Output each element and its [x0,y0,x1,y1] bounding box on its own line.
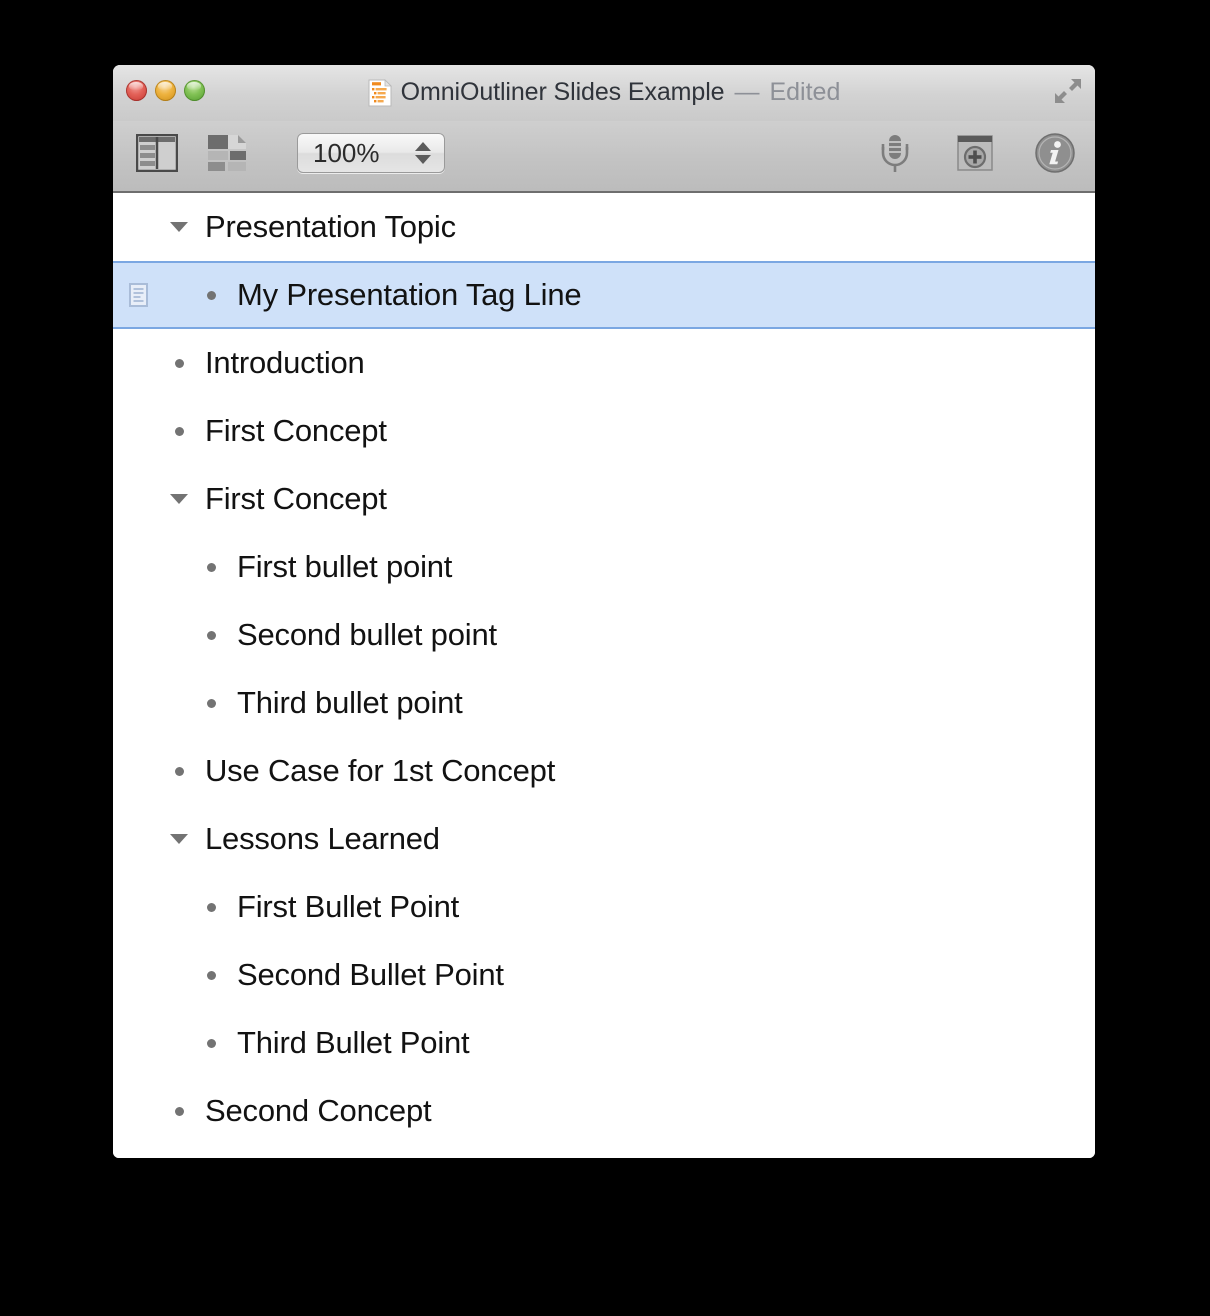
outline-row-label: Third Bullet Point [237,1025,470,1060]
outline-row-label: Second bullet point [237,617,497,652]
slides-view-icon[interactable] [205,131,249,175]
disclosure-triangle-icon[interactable] [165,494,193,504]
bullet-marker [174,1106,184,1116]
outline-row-label: Introduction [205,345,365,380]
outline-row[interactable]: Second Bullet Point [113,941,1095,1009]
zoom-value: 100% [313,137,380,168]
stepper-down-arrow[interactable] [415,155,431,164]
bullet-marker [206,970,216,980]
outline-row[interactable]: First Concept [113,465,1095,533]
outline-row[interactable]: First Concept [113,397,1095,465]
bullet-marker [174,358,184,368]
bullet-icon [197,630,225,640]
disclosure-marker [170,222,188,232]
bullet-icon [165,358,193,368]
omnioutliner-document-icon [368,78,392,106]
disclosure-triangle-icon[interactable] [165,834,193,844]
outline-row[interactable]: Use Case for 1st Concept [113,737,1095,805]
bullet-marker [206,290,216,300]
bullet-icon [165,426,193,436]
bullet-marker [206,698,216,708]
window-controls [126,80,205,101]
bullet-marker [206,562,216,572]
bullet-marker [206,630,216,640]
outline-row[interactable]: Second Concept [113,1077,1095,1145]
outline-row[interactable]: Third Bullet Point [113,1009,1095,1077]
toolbar-left-group: 100% [135,131,445,175]
outline-row[interactable]: Presentation Topic [113,193,1095,261]
bullet-marker [174,426,184,436]
title-bar: OmniOutliner Slides Example — Edited [113,65,1095,121]
outline-row[interactable]: Introduction [113,329,1095,397]
outline-row[interactable]: First bullet point [113,533,1095,601]
app-window: OmniOutliner Slides Example — Edited 100… [113,65,1095,1158]
info-icon[interactable] [1033,131,1077,175]
outline-list[interactable]: Presentation Topic My Presentation Tag Li… [113,193,1095,1158]
disclosure-marker [170,834,188,844]
note-icon[interactable] [128,283,148,307]
outline-row[interactable]: Lessons Learned [113,805,1095,873]
title-separator: — [734,78,760,106]
zoom-stepper-arrows[interactable] [415,142,431,164]
minimize-button[interactable] [155,80,176,101]
microphone-icon[interactable] [873,131,917,175]
outline-row-label: Lessons Learned [205,821,440,856]
bullet-marker [206,1038,216,1048]
outline-row-label: Use Case for 1st Concept [205,753,556,788]
bullet-icon [197,902,225,912]
toolbar-right-group [873,131,1077,175]
edited-status: Edited [769,78,841,106]
bullet-icon [197,290,225,300]
sidebar-view-icon[interactable] [135,131,179,175]
bullet-marker [174,766,184,776]
bullet-icon [197,698,225,708]
outline-row-label: Second Concept [205,1093,432,1128]
bullet-icon [197,970,225,980]
outline-row-label: First bullet point [237,549,453,584]
toolbar: 100% [113,121,1095,193]
outline-row-label: First Concept [205,481,387,516]
zoom-button[interactable] [184,80,205,101]
stepper-up-arrow[interactable] [415,142,431,151]
outline-row[interactable]: Second bullet point [113,601,1095,669]
bullet-icon [165,1106,193,1116]
outline-row[interactable]: Third bullet point [113,669,1095,737]
close-button[interactable] [126,80,147,101]
outline-row[interactable]: My Presentation Tag Line [113,261,1095,329]
outline-row[interactable]: First Bullet Point [113,873,1095,941]
zoom-stepper[interactable]: 100% [297,133,445,173]
add-media-icon[interactable] [953,131,997,175]
window-title: OmniOutliner Slides Example [400,78,725,106]
bullet-icon [197,1038,225,1048]
window-title-group: OmniOutliner Slides Example — Edited [113,78,1095,107]
outline-row-label: Second Bullet Point [237,957,504,992]
bullet-icon [165,766,193,776]
bullet-icon [197,562,225,572]
outline-row-label: Third bullet point [237,685,463,720]
outline-row-label: My Presentation Tag Line [237,277,582,312]
bullet-marker [206,902,216,912]
fullscreen-icon[interactable] [1053,77,1083,105]
outline-row-label: First Bullet Point [237,889,460,924]
disclosure-marker [170,494,188,504]
row-gutter [121,263,155,327]
outline-row-label: Presentation Topic [205,209,456,244]
outline-row-label: First Concept [205,413,387,448]
disclosure-triangle-icon[interactable] [165,222,193,232]
